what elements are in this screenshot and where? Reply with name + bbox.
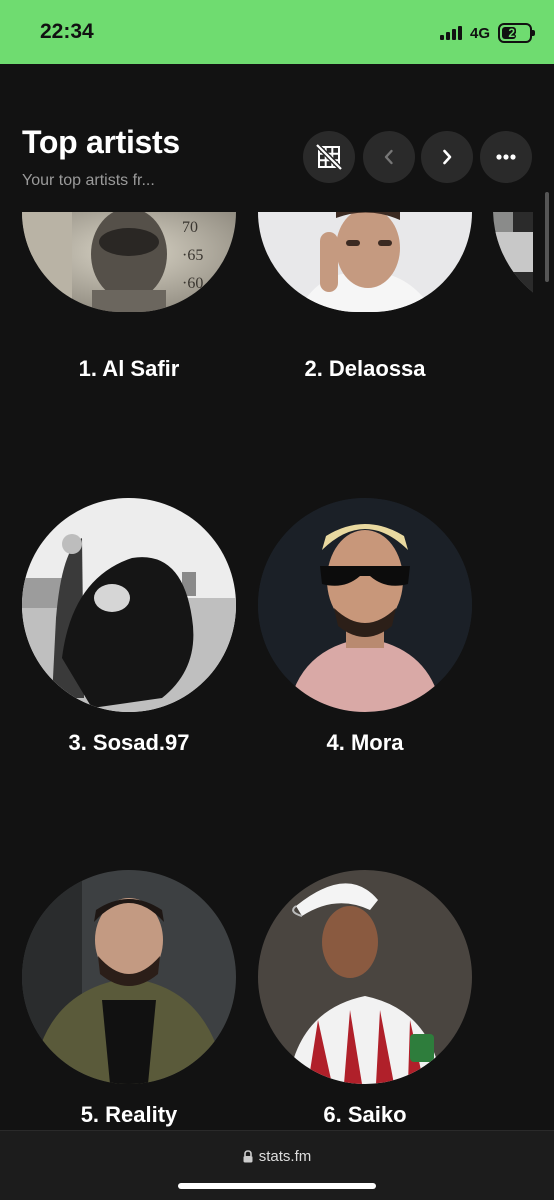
artist-avatar: 70 ·65 ·60 xyxy=(22,212,236,312)
network-type: 4G xyxy=(469,24,490,42)
grid-off-icon xyxy=(315,143,343,171)
artist-name: 3. Sosad.97 xyxy=(68,730,190,755)
artist-avatar xyxy=(258,212,472,312)
signal-strength-icon xyxy=(439,26,462,40)
status-indicators: 4G 24 xyxy=(439,22,535,44)
battery-icon: 24 xyxy=(498,23,535,43)
artist-name: 4. Mora xyxy=(326,730,404,755)
artist-name: 6. Saiko xyxy=(323,1102,407,1127)
svg-text:70: 70 xyxy=(182,219,198,236)
more-options-button[interactable] xyxy=(480,131,532,183)
page-subtitle[interactable]: Your top artists fr... xyxy=(22,172,155,190)
artist-card[interactable]: 5. Reality xyxy=(22,870,236,1127)
artist-name: 5. Reality xyxy=(80,1102,178,1127)
artist-name: 2. Delaossa xyxy=(304,356,426,381)
chevron-right-icon xyxy=(443,149,452,165)
home-indicator[interactable] xyxy=(178,1183,376,1189)
artist-avatar xyxy=(258,870,472,1084)
battery-level: 24 xyxy=(508,26,522,40)
artist-avatar xyxy=(22,498,236,712)
artist-avatar xyxy=(22,870,236,1084)
previous-button[interactable] xyxy=(363,131,415,183)
page-title: Top artists xyxy=(22,124,180,160)
toggle-grid-button[interactable] xyxy=(303,131,355,183)
svg-text:·60: ·60 xyxy=(182,275,203,292)
artist-card[interactable]: 2. Delaossa xyxy=(258,212,472,381)
artist-card[interactable]: 70 ·65 ·60 1. Al Safir xyxy=(22,212,236,381)
url-display[interactable]: stats.fm xyxy=(0,1148,554,1165)
lock-icon xyxy=(243,1150,253,1163)
browser-url-bar[interactable]: stats.fm xyxy=(0,1130,554,1200)
artist-avatar xyxy=(258,498,472,712)
url-text: stats.fm xyxy=(258,1148,312,1165)
artist-card[interactable]: 3. Sosad.97 xyxy=(22,498,236,755)
artist-avatar-partial[interactable] xyxy=(493,212,533,316)
artist-name: 1. Al Safir xyxy=(78,356,180,381)
artist-card[interactable]: 6. Saiko xyxy=(258,870,472,1127)
chevron-left-icon xyxy=(384,149,393,165)
svg-text:·65: ·65 xyxy=(182,247,203,264)
status-bar: 22:34 4G 24 xyxy=(0,0,554,64)
status-time: 22:34 xyxy=(40,20,94,43)
more-horizontal-icon xyxy=(496,154,516,160)
scrollbar[interactable] xyxy=(545,192,549,282)
artist-card[interactable]: 4. Mora xyxy=(258,498,472,755)
next-button[interactable] xyxy=(421,131,473,183)
